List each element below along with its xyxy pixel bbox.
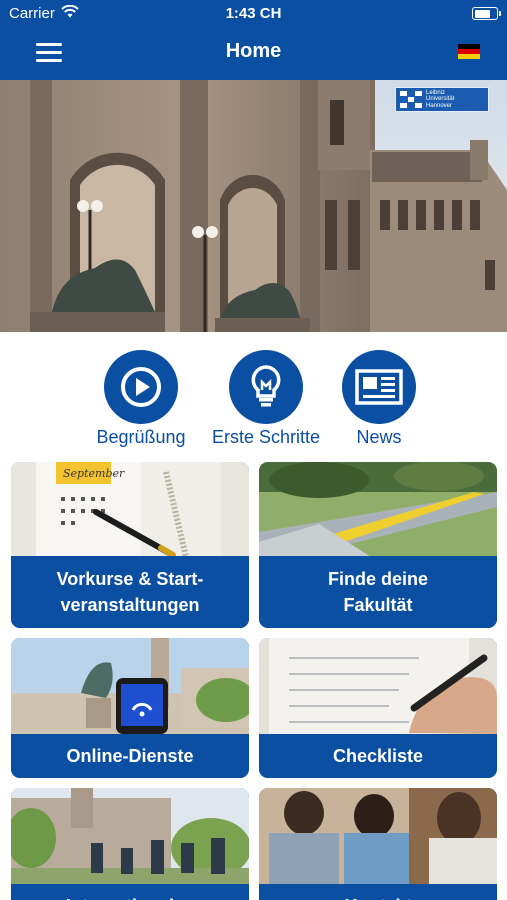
quick-link-begruessung[interactable]: Begrüßung: [90, 350, 192, 448]
tile-internationales[interactable]: Internationales: [11, 788, 249, 900]
quick-link-news[interactable]: News: [334, 350, 424, 448]
quick-link-label: Erste Schritte: [211, 427, 321, 447]
tile-fakultaet[interactable]: Finde deine Fakultät: [259, 462, 497, 628]
tile-label: Vorkurse & Start- veranstaltungen: [11, 556, 249, 628]
newspaper-icon: [342, 350, 416, 424]
status-time: 1:43 CH: [225, 5, 282, 22]
quick-link-erste-schritte[interactable]: Erste Schritte: [205, 350, 327, 448]
tile-online-dienste[interactable]: Online-Dienste: [11, 638, 249, 778]
tile-label: Internationales: [11, 884, 249, 900]
tile-image: [259, 638, 497, 734]
german-flag-icon[interactable]: [458, 44, 480, 59]
quick-link-label: Begrüßung: [96, 427, 186, 447]
status-bar: Carrier 1:43 CH: [0, 0, 507, 28]
tile-image: [259, 788, 497, 884]
tile-vorkurse[interactable]: September Vorkurse & Start- veranstaltun…: [11, 462, 249, 628]
top-bar: Carrier 1:43 CH Home: [0, 0, 507, 80]
logo-text: Leibniz Universität Hannover: [426, 89, 455, 109]
tile-kontakt[interactable]: Kontakt: [259, 788, 497, 900]
tile-label: Checkliste: [259, 734, 497, 778]
tile-image: [11, 638, 249, 734]
tile-label: Finde deine Fakultät: [259, 556, 497, 628]
tile-image: September: [11, 462, 249, 562]
navigation-bar: Home: [0, 28, 507, 80]
calendar-caption: September: [63, 467, 125, 480]
tile-checkliste[interactable]: Checkliste: [259, 638, 497, 778]
tile-label: Online-Dienste: [11, 734, 249, 778]
hero-image: Leibniz Universität Hannover: [0, 80, 507, 332]
tile-label: Kontakt: [259, 884, 497, 900]
quick-links: Begrüßung Erste Schritte News: [0, 350, 507, 450]
page-title: Home: [225, 40, 282, 62]
tile-image: [11, 788, 249, 884]
quick-link-label: News: [356, 427, 402, 447]
tile-image: [259, 462, 497, 562]
university-logo: Leibniz Universität Hannover: [395, 87, 489, 112]
lightbulb-icon: [229, 350, 303, 424]
battery-icon: [472, 7, 501, 20]
play-icon: [104, 350, 178, 424]
